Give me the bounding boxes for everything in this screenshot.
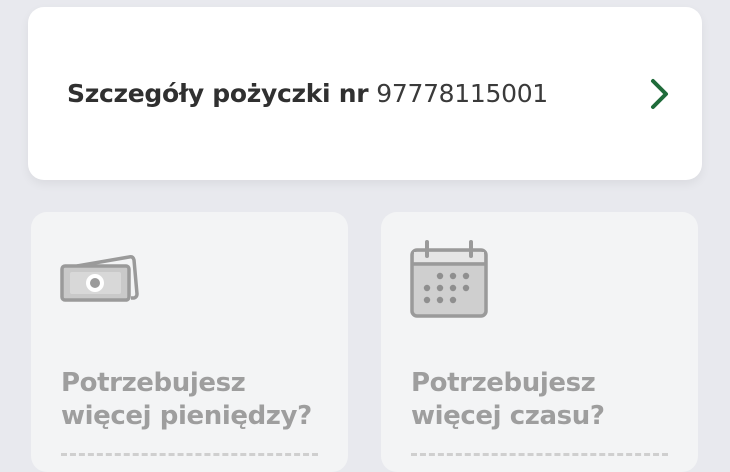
more-money-title-line2: więcej pieniędzy?	[61, 401, 312, 431]
more-money-tile[interactable]: Potrzebujesz więcej pieniędzy?	[31, 212, 348, 472]
loan-details-text: Szczegóły pożyczki nr 97778115001	[67, 79, 548, 108]
more-time-tile[interactable]: Potrzebujesz więcej czasu?	[381, 212, 698, 472]
more-money-title-line1: Potrzebujesz	[61, 368, 246, 398]
chevron-right-icon[interactable]	[648, 77, 672, 111]
more-money-title: Potrzebujesz więcej pieniędzy?	[61, 367, 312, 433]
loan-details-label: Szczegóły pożyczki nr	[67, 79, 369, 108]
more-time-title-line1: Potrzebujesz	[411, 368, 596, 398]
loan-number: 97778115001	[376, 79, 548, 108]
more-time-title-line2: więcej czasu?	[411, 401, 605, 431]
calendar-icon	[410, 240, 488, 318]
more-time-title: Potrzebujesz więcej czasu?	[411, 367, 605, 433]
loan-details-card[interactable]: Szczegóły pożyczki nr 97778115001	[28, 7, 702, 180]
money-icon	[60, 255, 139, 302]
